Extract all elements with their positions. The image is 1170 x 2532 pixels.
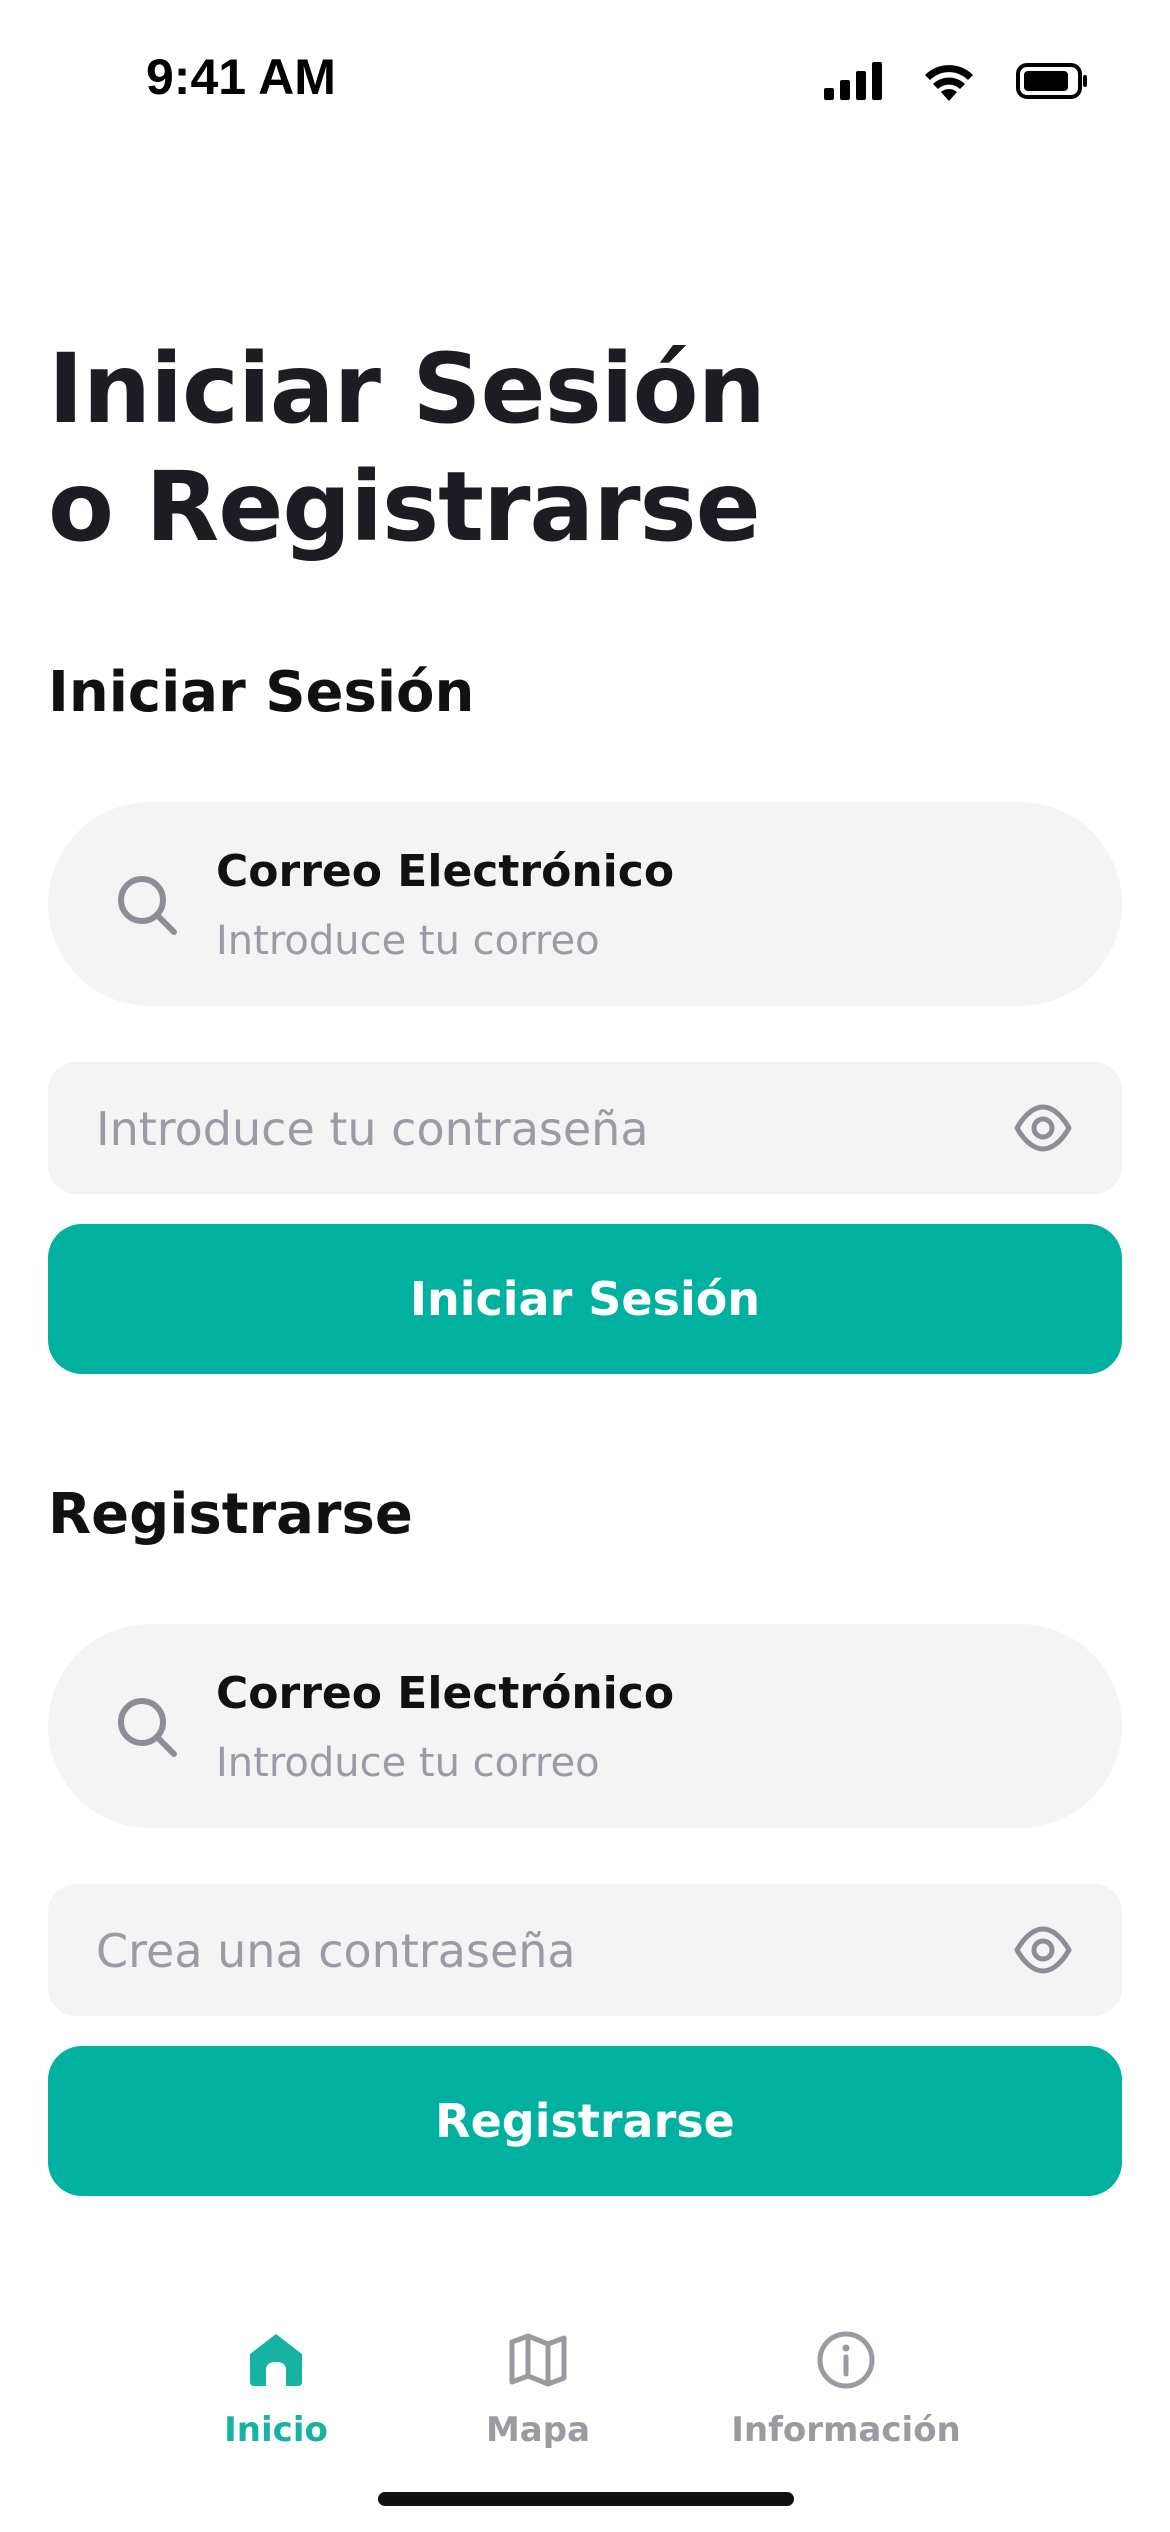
cellular-signal-icon (824, 62, 882, 100)
battery-icon (1016, 63, 1087, 99)
login-section-title: Iniciar Sesión (48, 660, 475, 725)
eye-icon[interactable] (1014, 1922, 1072, 1978)
eye-icon[interactable] (1014, 1100, 1072, 1156)
tab-informacion[interactable]: Información (716, 2330, 976, 2450)
tab-informacion-label: Información (731, 2410, 961, 2450)
register-section-title: Registrarse (48, 1482, 413, 1547)
info-icon (817, 2331, 875, 2389)
page-title-line-1: Iniciar Sesión (48, 333, 766, 445)
login-email-field[interactable]: Correo Electrónico Introduce tu correo (48, 802, 1122, 1006)
tab-mapa-label: Mapa (485, 2410, 591, 2450)
register-password-placeholder: Crea una contraseña (96, 1924, 576, 1978)
page-title: Iniciar Sesión o Registrarse (48, 330, 1128, 566)
tab-inicio[interactable]: Inicio (146, 2330, 406, 2450)
login-password-field[interactable]: Introduce tu contraseña (48, 1062, 1122, 1194)
map-icon (509, 2333, 567, 2387)
register-password-field[interactable]: Crea una contraseña (48, 1884, 1122, 2016)
login-password-placeholder: Introduce tu contraseña (96, 1102, 649, 1156)
search-icon (118, 1698, 177, 1757)
status-icons (824, 60, 1088, 102)
login-email-label: Correo Electrónico (216, 846, 675, 897)
register-email-field[interactable]: Correo Electrónico Introduce tu correo (48, 1624, 1122, 1828)
tab-mapa[interactable]: Mapa (408, 2330, 668, 2450)
login-email-placeholder: Introduce tu correo (216, 918, 600, 964)
register-email-placeholder: Introduce tu correo (216, 1740, 600, 1786)
status-time: 9:41 AM (146, 49, 336, 105)
register-button[interactable]: Registrarse (48, 2046, 1122, 2196)
search-icon (118, 876, 177, 935)
login-button[interactable]: Iniciar Sesión (48, 1224, 1122, 1374)
wifi-icon (925, 65, 973, 101)
register-email-label: Correo Electrónico (216, 1668, 675, 1719)
home-icon (250, 2334, 302, 2386)
page-title-line-2: o Registrarse (48, 451, 761, 563)
tab-inicio-label: Inicio (224, 2410, 328, 2450)
home-indicator (378, 2492, 794, 2506)
